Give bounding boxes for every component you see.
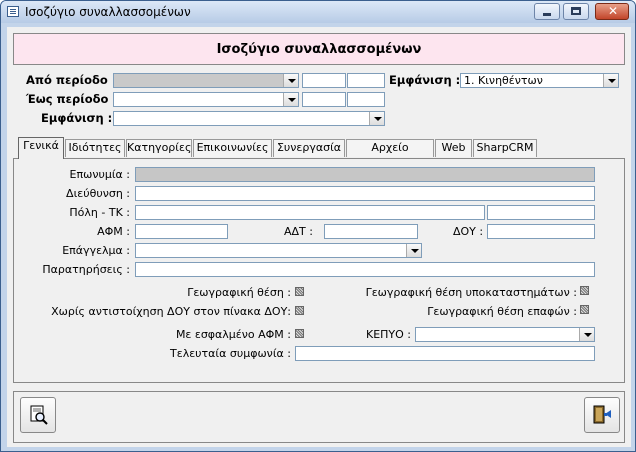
title-bar: Ισοζύγιο συναλλασσομένων [1,1,635,23]
tab-properties[interactable]: Ιδιότητες [65,139,125,157]
adt-field[interactable] [324,224,418,239]
print-preview-icon [30,405,48,425]
notes-field[interactable] [135,262,595,277]
exit-door-icon [593,405,611,424]
city-field[interactable] [135,205,485,220]
geo-branches-checkbox[interactable] [580,286,589,295]
tab-categories[interactable]: Κατηγορίες [126,139,192,157]
wrong-afm-checkbox[interactable] [295,329,304,338]
wrong-afm-label: Με εσφαλμένο ΑΦΜ : [175,328,291,341]
last-agreement-field[interactable] [295,346,595,361]
chevron-down-icon[interactable] [369,112,384,125]
geo-contacts-checkbox[interactable] [580,305,589,314]
window-title: Ισοζύγιο συναλλασσομένων [25,5,191,19]
tab-communications[interactable]: Επικοινωνίες [193,139,272,157]
tab-web[interactable]: Web [435,139,472,157]
name-field[interactable] [135,167,595,182]
address-label: Διεύθυνση : [66,187,130,200]
from-period-start-field[interactable] [302,73,346,88]
last-agreement-label: Τελευταία συμφωνία : [170,347,291,360]
to-period-combo[interactable] [113,92,299,107]
profession-label: Επάγγελμα : [62,244,130,257]
afm-field[interactable] [135,224,228,239]
exit-button[interactable] [584,397,620,433]
form-header: Ισοζύγιο συναλλασσομένων [13,33,625,65]
maximize-button[interactable] [563,3,589,20]
tab-general[interactable]: Γενικά [18,137,64,159]
chevron-down-icon[interactable] [406,244,421,257]
chevron-down-icon[interactable] [283,74,298,87]
address-field[interactable] [135,186,595,201]
profession-combo[interactable] [135,243,422,258]
display-type-value: 1. Κινηθέντων [464,74,543,87]
tab-sharpcrm[interactable]: SharpCRM [473,139,537,157]
form-title: Ισοζύγιο συναλλασσομένων [216,42,422,57]
main-window: Ισοζύγιο συναλλασσομένων Ισοζύγιο συναλλ… [0,0,636,452]
geo-contacts-label: Γεωγραφική θέση επαφών : [427,305,577,318]
form-client-area: Ισοζύγιο συναλλασσομένων Από περίοδο : Ε… [7,27,631,447]
kepyo-combo[interactable] [415,327,595,342]
name-label: Επωνυμία : [69,168,130,181]
to-period-start-field[interactable] [302,92,346,107]
display-combo[interactable] [113,111,385,126]
app-form-icon [7,6,19,17]
tab-filter-file[interactable]: Αρχείο φίλτρων [346,139,434,170]
minimize-button[interactable] [534,3,560,20]
to-period-end-field[interactable] [347,92,385,107]
close-button[interactable] [595,3,629,20]
no-doy-checkbox[interactable] [295,306,304,315]
geo-checkbox[interactable] [295,287,304,296]
doy-field[interactable] [487,224,595,239]
notes-label: Παρατηρήσεις : [42,263,130,276]
afm-label: ΑΦΜ : [97,225,130,238]
preview-button[interactable] [20,397,56,433]
general-tab-panel: Επωνυμία : Διεύθυνση : Πόλη - ΤΚ : ΑΦΜ :… [13,158,625,383]
display-label: Εμφάνιση : [41,111,113,125]
chevron-down-icon[interactable] [603,74,618,87]
doy-label: ΔΟΥ : [453,225,484,238]
postal-code-field[interactable] [487,205,595,220]
from-period-combo[interactable] [113,73,299,88]
tab-cooperation[interactable]: Συνεργασία [273,139,345,157]
display-type-combo[interactable]: 1. Κινηθέντων [460,73,619,88]
geo-label: Γεωγραφική θέση : [187,286,291,299]
from-period-label: Από περίοδο : [26,73,117,87]
city-label: Πόλη - ΤΚ : [69,206,130,219]
no-doy-label: Χωρίς αντιστοίχηση ΔΟΥ στον πίνακα ΔΟΥ: [51,305,291,318]
to-period-label: Έως περίοδο : [26,92,118,106]
display-right-label: Εμφάνιση : [389,73,461,87]
footer-bar [13,391,625,443]
chevron-down-icon[interactable] [579,328,594,341]
chevron-down-icon[interactable] [283,93,298,106]
kepyo-label: ΚΕΠΥΟ : [365,328,411,341]
from-period-end-field[interactable] [347,73,385,88]
geo-branches-label: Γεωγραφική θέση υποκαταστημάτων : [365,286,577,299]
adt-label: ΑΔΤ : [284,225,313,238]
